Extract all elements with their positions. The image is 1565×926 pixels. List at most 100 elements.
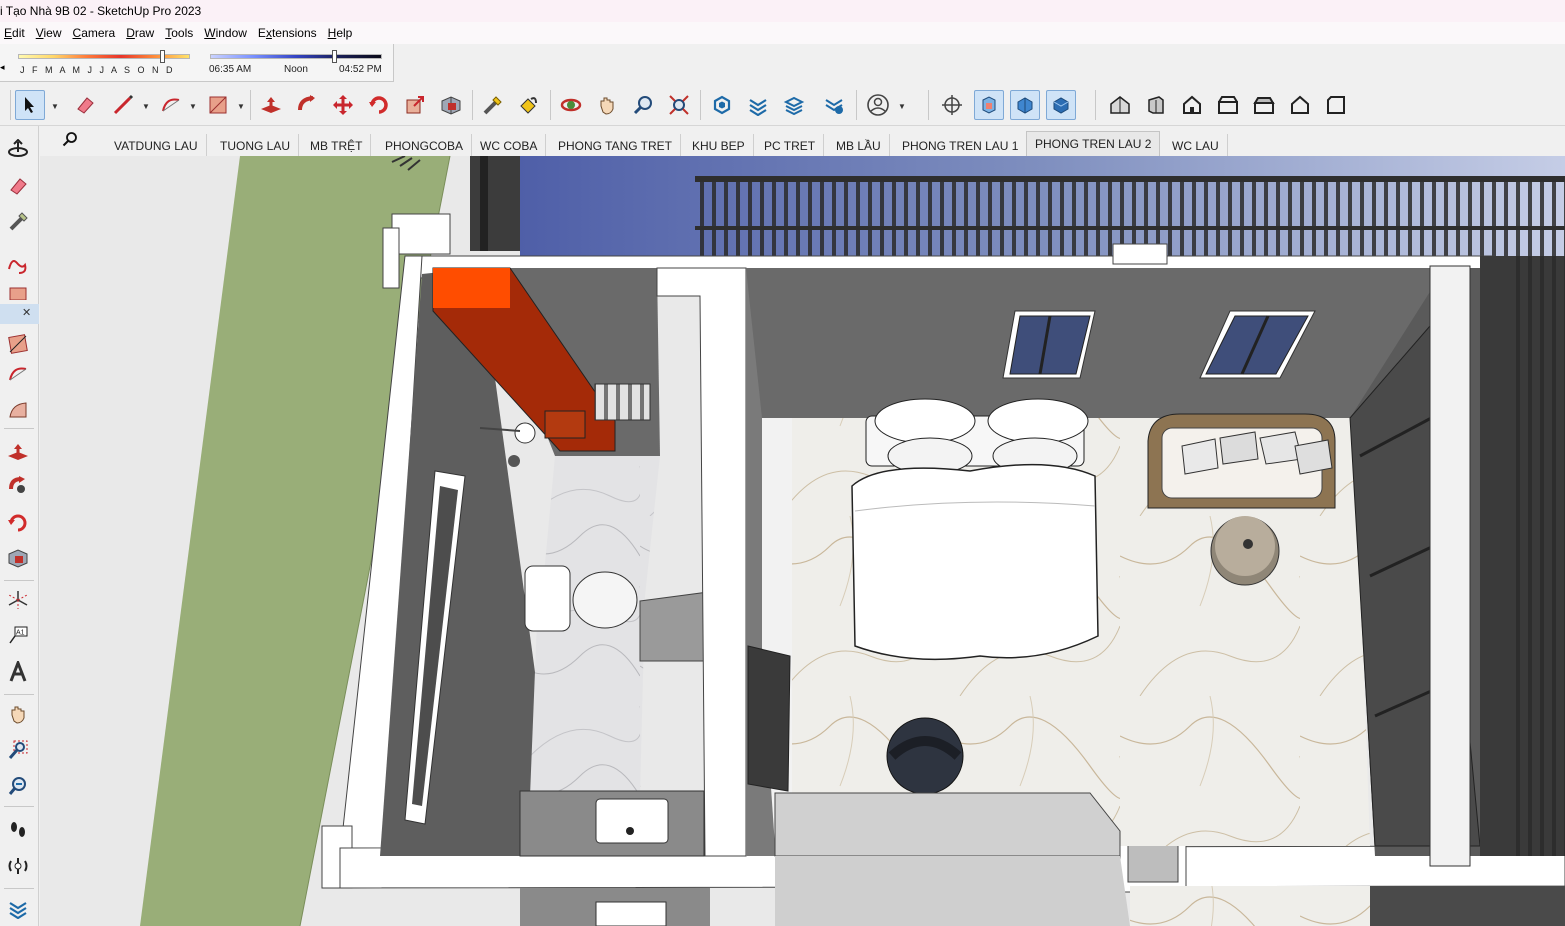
front-view-icon[interactable]	[1177, 90, 1207, 120]
chevron-down-icon[interactable]: ▼	[898, 102, 906, 111]
menu-help[interactable]: Help	[324, 26, 360, 40]
offset-icon[interactable]	[436, 90, 466, 120]
sketchup-window: i Tạo Nhà 9B 02 - SketchUp Pro 2023 Edit…	[0, 0, 1565, 926]
display-section-planes-icon[interactable]	[974, 90, 1004, 120]
rectangle-icon[interactable]	[4, 282, 32, 300]
bottom-view-icon[interactable]	[1321, 90, 1351, 120]
rotate-icon[interactable]	[364, 90, 394, 120]
shadow-settings: ◂ J F M A M J J A S O N D 06:35 AM Noon …	[0, 44, 394, 82]
zoom-icon[interactable]	[628, 90, 658, 120]
push-pull-icon[interactable]	[4, 438, 32, 466]
extension-warehouse-icon[interactable]	[743, 90, 773, 120]
axes-icon[interactable]	[4, 586, 32, 614]
right-view-icon[interactable]	[1213, 90, 1243, 120]
scale-icon[interactable]	[400, 90, 430, 120]
menu-bar: Edit View Camera Draw Tools Window Exten…	[0, 22, 1565, 44]
tab-phong-tren-lau-1[interactable]: PHONG TREN LAU 1	[894, 134, 1028, 156]
time-slider[interactable]	[210, 50, 382, 63]
push-pull-icon[interactable]	[256, 90, 286, 120]
tab-mb-tret[interactable]: MB TRỆT	[302, 134, 372, 156]
time-slider-thumb[interactable]	[332, 50, 337, 63]
time-end: 04:52 PM	[339, 64, 382, 75]
month-slider[interactable]	[18, 50, 190, 63]
menu-edit[interactable]: Edit	[0, 26, 32, 40]
paint-bucket-icon[interactable]	[513, 90, 543, 120]
main-toolbar: ▼ ▼ ▼ ▼ ▼	[0, 84, 1565, 126]
window-title: i Tạo Nhà 9B 02 - SketchUp Pro 2023	[0, 4, 202, 18]
menu-draw[interactable]: Draw	[122, 26, 161, 40]
layout-icon[interactable]	[779, 90, 809, 120]
tab-phong-tang-tret[interactable]: PHONG TANG TRET	[550, 134, 682, 156]
tape-measure-icon[interactable]	[478, 90, 508, 120]
tab-phong-tren-lau-2[interactable]: PHONG TREN LAU 2	[1026, 131, 1161, 156]
iso-view-icon[interactable]	[1105, 90, 1135, 120]
orbit-icon[interactable]	[4, 136, 32, 164]
look-around-icon[interactable]	[4, 852, 32, 880]
display-section-fill-icon[interactable]	[1046, 90, 1076, 120]
scene-tabs: VATDUNG LAU TUONG LAU MB TRỆT PHONGCOBA …	[40, 126, 1565, 156]
close-icon[interactable]: ✕	[22, 306, 31, 319]
tab-mb-lau[interactable]: MB LẦU	[828, 134, 890, 156]
tape-measure-icon[interactable]	[4, 208, 32, 236]
pie-icon[interactable]	[4, 330, 32, 358]
eraser-icon[interactable]	[70, 90, 100, 120]
arc-icon[interactable]	[4, 360, 32, 388]
text-icon[interactable]: A1	[4, 622, 32, 650]
left-tool-palette: ✕ A1	[0, 126, 39, 926]
pan-icon[interactable]	[4, 700, 32, 728]
chevron-down-icon[interactable]: ▼	[142, 102, 150, 111]
search-icon[interactable]	[62, 131, 78, 152]
left-view-icon[interactable]	[1285, 90, 1315, 120]
tab-pc-tret[interactable]: PC TRET	[756, 134, 825, 156]
chevron-down-icon[interactable]: ▼	[237, 102, 245, 111]
line-icon[interactable]	[108, 90, 138, 120]
tab-vatdung-lau[interactable]: VATDUNG LAU	[106, 134, 207, 156]
user-icon[interactable]	[863, 90, 893, 120]
layers-icon[interactable]	[4, 894, 32, 922]
time-noon: Noon	[284, 64, 308, 75]
footprints-icon[interactable]	[4, 816, 32, 844]
pan-icon[interactable]	[592, 90, 622, 120]
section-plane-icon[interactable]	[937, 90, 967, 120]
3d-text-icon[interactable]	[4, 658, 32, 686]
shadow-toolbar: ◂ J F M A M J J A S O N D 06:35 AM Noon …	[0, 44, 1565, 84]
zoom-previous-icon[interactable]	[4, 772, 32, 800]
follow-me-icon[interactable]	[4, 396, 32, 424]
title-bar: i Tạo Nhà 9B 02 - SketchUp Pro 2023	[0, 0, 1565, 22]
extension-manager-icon[interactable]	[819, 90, 849, 120]
tab-tuong-lau[interactable]: TUONG LAU	[212, 134, 300, 156]
rotate-icon[interactable]	[4, 472, 32, 500]
chevron-down-icon[interactable]: ▼	[189, 102, 197, 111]
month-slider-thumb[interactable]	[160, 50, 165, 63]
tab-wc-coba[interactable]: WC COBA	[472, 134, 547, 156]
menu-camera[interactable]: Camera	[69, 26, 123, 40]
menu-view[interactable]: View	[32, 26, 69, 40]
rectangle-icon[interactable]	[203, 90, 233, 120]
tab-phongcoba[interactable]: PHONGCOBA	[377, 134, 473, 156]
freehand-icon[interactable]	[4, 252, 32, 280]
tab-wc-lau[interactable]: WC LAU	[1164, 134, 1228, 156]
scale-icon[interactable]	[4, 544, 32, 572]
tab-khu-bep[interactable]: KHU BEP	[684, 134, 754, 156]
menu-window[interactable]: Window	[200, 26, 254, 40]
top-view-icon[interactable]	[1141, 90, 1171, 120]
select-icon[interactable]	[15, 90, 45, 120]
menu-tools[interactable]: Tools	[161, 26, 200, 40]
warehouse-icon[interactable]	[707, 90, 737, 120]
scene-render[interactable]	[40, 156, 1565, 926]
model-viewport[interactable]	[40, 156, 1565, 926]
orbit-icon[interactable]	[556, 90, 586, 120]
zoom-extents-icon[interactable]	[664, 90, 694, 120]
chevron-down-icon[interactable]: ▼	[51, 102, 59, 111]
eraser-icon[interactable]	[4, 172, 32, 200]
arc-icon[interactable]	[156, 90, 186, 120]
zoom-window-icon[interactable]	[4, 736, 32, 764]
svg-text:A1: A1	[16, 630, 25, 637]
move-icon[interactable]	[328, 90, 358, 120]
shadow-arrow-icon[interactable]: ◂	[0, 62, 5, 73]
back-view-icon[interactable]	[1249, 90, 1279, 120]
offset-icon[interactable]	[4, 508, 32, 536]
follow-me-icon[interactable]	[292, 90, 322, 120]
menu-extensions[interactable]: Extensions	[254, 26, 324, 40]
display-section-cuts-icon[interactable]	[1010, 90, 1040, 120]
